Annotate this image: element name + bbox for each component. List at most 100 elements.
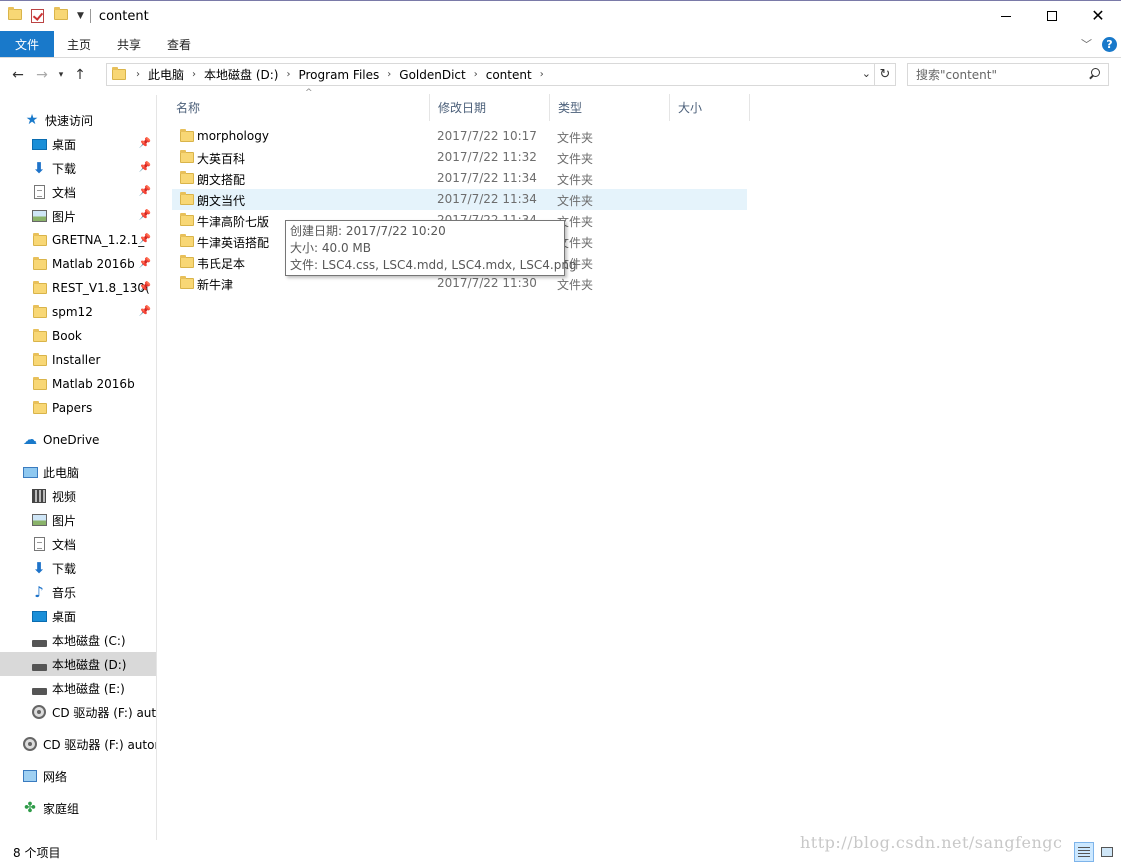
folder-icon xyxy=(31,376,47,392)
star-icon: ★ xyxy=(25,112,39,128)
nav-item-matlab-pinned[interactable]: Matlab 2016b 📌 xyxy=(0,252,156,276)
nav-item-downloads[interactable]: ⬇ 下载 📌 xyxy=(0,156,156,180)
search-icon[interactable] xyxy=(1088,68,1100,80)
forward-button[interactable]: → xyxy=(30,67,54,83)
address-dropdown-icon[interactable]: ⌄ xyxy=(862,67,871,80)
breadcrumb-content[interactable]: content xyxy=(486,68,532,82)
folder-icon xyxy=(180,255,194,268)
address-bar[interactable]: › 此电脑 › 本地磁盘 (D:) › Program Files › Gold… xyxy=(106,63,896,86)
back-button[interactable]: ← xyxy=(6,67,30,83)
file-row[interactable]: 新牛津 2017/7/22 11:30 文件夹 xyxy=(172,273,747,294)
nav-item-pc-downloads[interactable]: ⬇ 下载 xyxy=(0,556,156,580)
maximize-button[interactable] xyxy=(1029,1,1075,31)
folder-icon xyxy=(31,352,47,368)
nav-item-installer[interactable]: Installer xyxy=(0,348,156,372)
file-row[interactable]: morphology 2017/7/22 10:17 文件夹 xyxy=(172,126,747,147)
chevron-right-icon[interactable]: › xyxy=(286,69,290,80)
nav-item-videos[interactable]: 视频 xyxy=(0,484,156,508)
chevron-right-icon[interactable]: › xyxy=(540,69,544,80)
close-icon: ✕ xyxy=(1091,6,1105,25)
nav-item-book[interactable]: Book xyxy=(0,324,156,348)
nav-this-pc[interactable]: 此电脑 xyxy=(0,460,156,484)
nav-item-drive-e[interactable]: 本地磁盘 (E:) xyxy=(0,676,156,700)
nav-quick-access[interactable]: ★ 快速访问 xyxy=(0,108,156,132)
desktop-icon xyxy=(31,136,47,152)
minimize-button[interactable] xyxy=(983,1,1029,31)
new-folder-icon[interactable] xyxy=(54,7,68,23)
help-icon[interactable]: ? xyxy=(1102,36,1117,52)
large-icons-view-button[interactable] xyxy=(1097,842,1117,862)
nav-item-pc-desktop[interactable]: 桌面 xyxy=(0,604,156,628)
nav-network[interactable]: 网络 xyxy=(0,764,156,788)
music-icon: ♪ xyxy=(34,583,44,601)
nav-cd-drive[interactable]: CD 驱动器 (F:) autor xyxy=(0,732,156,756)
chevron-right-icon[interactable]: › xyxy=(192,69,196,80)
expand-ribbon-chevron-icon[interactable]: ﹀ xyxy=(1081,36,1092,52)
desktop-icon xyxy=(31,608,47,624)
refresh-button[interactable]: ↻ xyxy=(874,64,895,85)
breadcrumb-program-files[interactable]: Program Files xyxy=(298,68,379,82)
ribbon-tabs: 文件 主页 共享 查看 ﹀ ? xyxy=(0,31,1121,58)
breadcrumb-goldendict[interactable]: GoldenDict xyxy=(399,68,465,82)
minimize-icon xyxy=(1001,15,1011,17)
customize-toolbar-dropdown-icon[interactable]: ▼ xyxy=(77,11,84,21)
cd-icon xyxy=(31,704,47,720)
details-view-button[interactable] xyxy=(1074,842,1094,862)
chevron-right-icon[interactable]: › xyxy=(474,69,478,80)
folder-icon xyxy=(8,7,22,23)
nav-item-rest[interactable]: REST_V1.8_130( 📌 xyxy=(0,276,156,300)
computer-icon xyxy=(22,464,38,480)
tab-home[interactable]: 主页 xyxy=(54,31,104,57)
file-list: 名称 ^ 修改日期 类型 大小 morphology 2017/7/22 10:… xyxy=(158,88,1121,840)
navigation-bar: ← → ▾ ↑ › 此电脑 › 本地磁盘 (D:) › Program File… xyxy=(0,59,1121,91)
nav-item-gretna[interactable]: GRETNA_1.2.1_ 📌 xyxy=(0,228,156,252)
window-controls: ✕ xyxy=(983,1,1121,31)
file-row[interactable]: 朗文搭配 2017/7/22 11:34 文件夹 xyxy=(172,168,747,189)
navigation-pane: ★ 快速访问 桌面 📌 ⬇ 下载 📌 文档 📌 图片 📌 GRETNA_1.2.… xyxy=(0,95,157,840)
download-icon: ⬇ xyxy=(32,159,46,177)
column-header-modified[interactable]: 修改日期 xyxy=(430,94,550,121)
nav-item-pc-pictures[interactable]: 图片 xyxy=(0,508,156,532)
column-header-type[interactable]: 类型 xyxy=(550,94,670,121)
up-button[interactable]: ↑ xyxy=(68,67,92,83)
search-input[interactable]: 搜索"content" xyxy=(907,63,1109,86)
tab-view[interactable]: 查看 xyxy=(154,31,204,57)
nav-item-music[interactable]: ♪ 音乐 xyxy=(0,580,156,604)
chevron-right-icon[interactable]: › xyxy=(387,69,391,80)
properties-icon[interactable] xyxy=(31,9,45,23)
document-icon xyxy=(31,184,47,200)
file-row[interactable]: 大英百科 2017/7/22 11:32 文件夹 xyxy=(172,147,747,168)
nav-item-matlab[interactable]: Matlab 2016b xyxy=(0,372,156,396)
tab-share[interactable]: 共享 xyxy=(104,31,154,57)
column-header-name[interactable]: 名称 ^ xyxy=(168,88,430,121)
folder-icon xyxy=(31,256,47,272)
nav-item-documents[interactable]: 文档 📌 xyxy=(0,180,156,204)
column-header-size[interactable]: 大小 xyxy=(670,94,750,121)
folder-icon xyxy=(180,192,194,205)
folder-icon xyxy=(31,304,47,320)
pin-icon: 📌 xyxy=(138,306,151,317)
cloud-icon: ☁ xyxy=(23,432,37,448)
maximize-icon xyxy=(1047,11,1057,21)
nav-item-pictures[interactable]: 图片 📌 xyxy=(0,204,156,228)
file-row-hovered[interactable]: 朗文当代 2017/7/22 11:34 文件夹 xyxy=(172,189,747,210)
breadcrumb-this-pc[interactable]: 此电脑 xyxy=(148,66,184,83)
nav-item-drive-c[interactable]: 本地磁盘 (C:) xyxy=(0,628,156,652)
recent-locations-dropdown[interactable]: ▾ xyxy=(54,70,68,80)
breadcrumb-local-disk-d[interactable]: 本地磁盘 (D:) xyxy=(204,66,278,83)
nav-homegroup[interactable]: ✤ 家庭组 xyxy=(0,796,156,820)
cd-icon xyxy=(22,736,38,752)
nav-item-spm12[interactable]: spm12 📌 xyxy=(0,300,156,324)
chevron-right-icon[interactable]: › xyxy=(136,69,140,80)
close-button[interactable]: ✕ xyxy=(1075,1,1121,31)
nav-item-cd-drive-pc[interactable]: CD 驱动器 (F:) auto xyxy=(0,700,156,724)
nav-item-desktop[interactable]: 桌面 📌 xyxy=(0,132,156,156)
folder-icon xyxy=(180,150,194,163)
nav-item-drive-d[interactable]: 本地磁盘 (D:) xyxy=(0,652,156,676)
nav-onedrive[interactable]: ☁ OneDrive xyxy=(0,428,156,452)
sort-ascending-icon: ^ xyxy=(305,88,313,98)
nav-item-papers[interactable]: Papers xyxy=(0,396,156,420)
folder-icon xyxy=(31,400,47,416)
nav-item-pc-documents[interactable]: 文档 xyxy=(0,532,156,556)
tab-file[interactable]: 文件 xyxy=(0,31,54,57)
